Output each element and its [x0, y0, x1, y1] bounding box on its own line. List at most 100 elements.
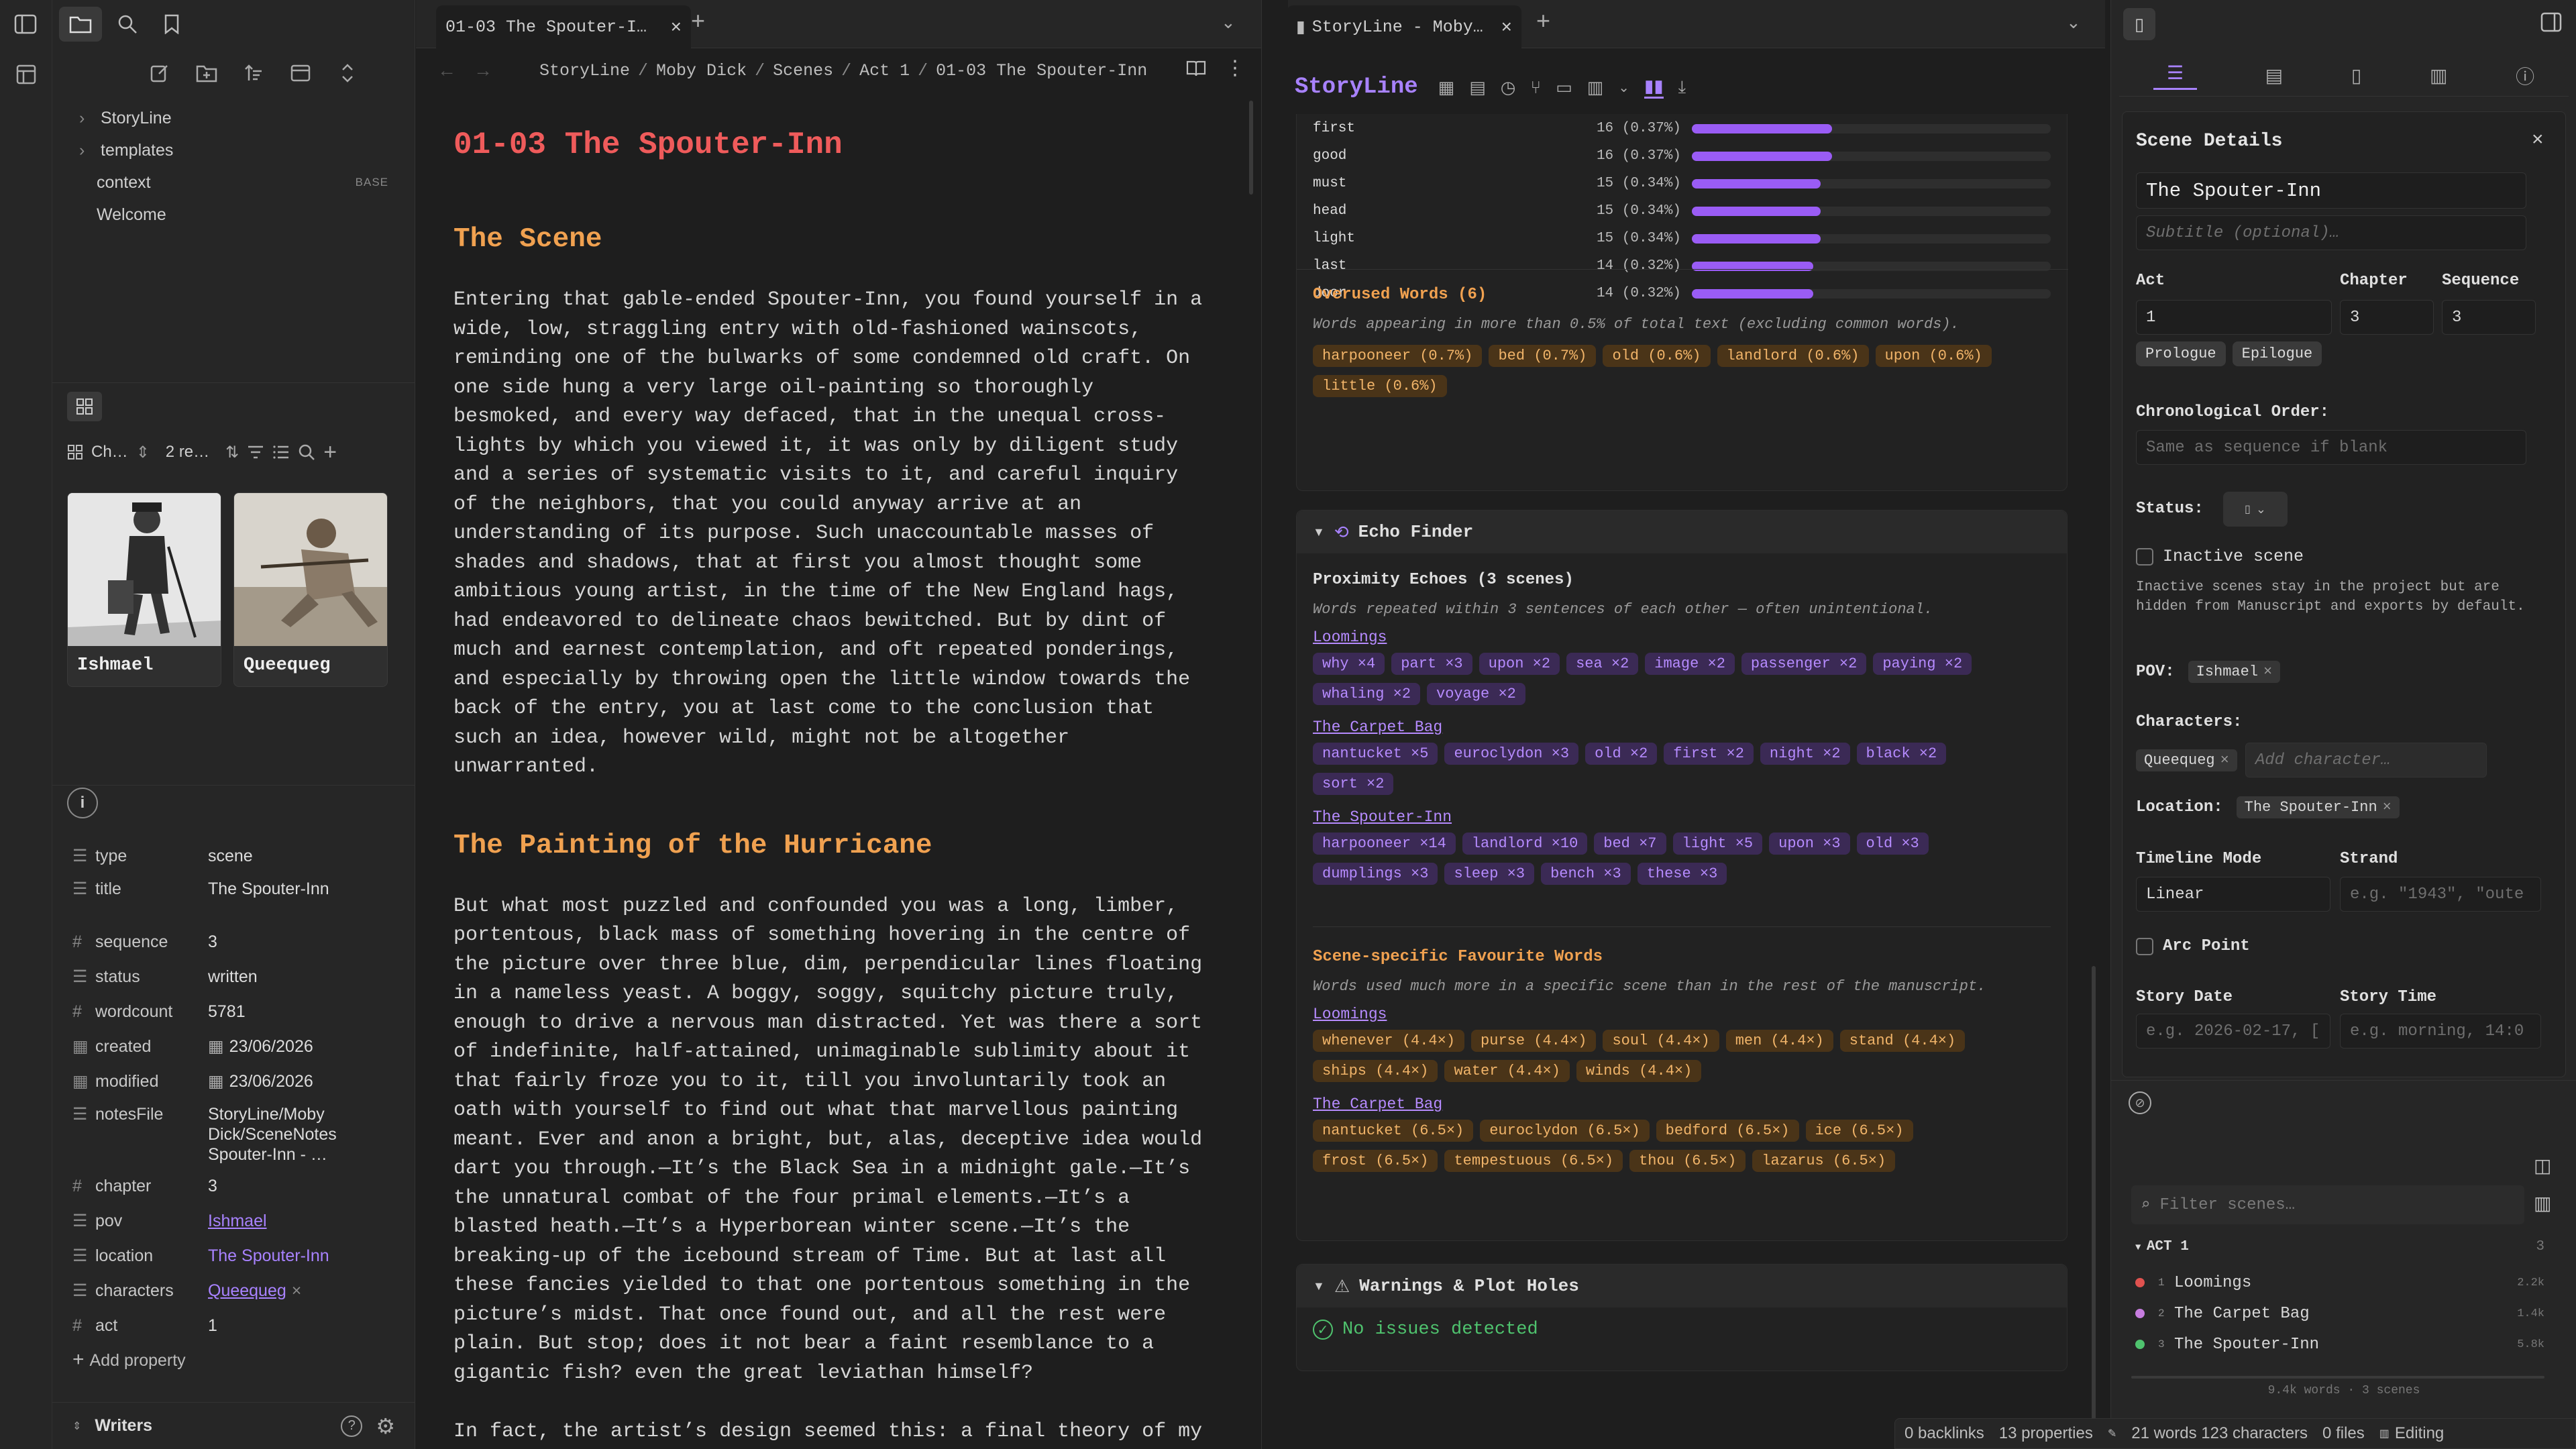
- word-chip[interactable]: tempestuous (6.5×): [1444, 1150, 1623, 1172]
- scrollbar[interactable]: [2131, 1376, 2544, 1379]
- prologue-button[interactable]: Prologue: [2136, 341, 2226, 366]
- scene-link[interactable]: The Spouter-Inn: [1313, 808, 2051, 826]
- property-value[interactable]: ▦ 23/06/2026: [208, 1071, 415, 1091]
- view-selector[interactable]: Ch…: [91, 443, 128, 462]
- add-property-button[interactable]: + Add property: [72, 1348, 186, 1371]
- tab-outline-icon[interactable]: ▤: [2265, 64, 2283, 87]
- word-chip[interactable]: euroclydon (6.5×): [1480, 1120, 1650, 1142]
- word-chip[interactable]: first ×2: [1664, 743, 1754, 765]
- word-chip[interactable]: voyage ×2: [1427, 683, 1525, 705]
- property-value[interactable]: Queequeg ×: [208, 1281, 415, 1301]
- story-time-input[interactable]: e.g. morning, 14:0: [2340, 1014, 2541, 1049]
- word-chip[interactable]: these ×3: [1637, 863, 1727, 885]
- word-chip[interactable]: old ×3: [1856, 833, 1929, 855]
- word-chip[interactable]: sea ×2: [1566, 653, 1639, 675]
- location-pill[interactable]: The Spouter-Inn ×: [2236, 796, 2400, 818]
- word-chip[interactable]: night ×2: [1760, 743, 1850, 765]
- word-chip[interactable]: paying ×2: [1873, 653, 1972, 675]
- scene-list-item[interactable]: 3 The Spouter-Inn 5.8k: [2135, 1329, 2544, 1360]
- tab-scene-details-icon[interactable]: ☰: [2153, 62, 2197, 90]
- remove-icon[interactable]: ×: [2220, 752, 2229, 769]
- word-chip[interactable]: image ×2: [1645, 653, 1735, 675]
- word-chip[interactable]: light ×5: [1672, 833, 1763, 855]
- remove-icon[interactable]: ×: [2383, 799, 2392, 816]
- overused-chip[interactable]: harpooneer (0.7%): [1313, 345, 1483, 367]
- act-group-header[interactable]: ▼ ACT 1 3: [2135, 1239, 2544, 1254]
- tab-spouter-inn[interactable]: 01-03 The Spouter-I… ×: [436, 5, 691, 48]
- timeline-select[interactable]: Linear: [2136, 877, 2330, 912]
- remove-icon[interactable]: ×: [2263, 663, 2272, 680]
- property-value[interactable]: Ishmael: [208, 1212, 415, 1231]
- search-tab-icon[interactable]: [114, 11, 141, 38]
- new-note-icon[interactable]: [146, 60, 173, 86]
- property-value[interactable]: 3: [208, 1177, 415, 1196]
- breadcrumb-item[interactable]: StoryLine: [539, 61, 630, 80]
- word-chip[interactable]: why ×4: [1313, 653, 1385, 675]
- sort-icon[interactable]: [240, 60, 267, 86]
- property-value[interactable]: written: [208, 967, 415, 987]
- word-chip[interactable]: dumplings ×3: [1313, 863, 1438, 885]
- word-chip[interactable]: bench ×3: [1541, 863, 1631, 885]
- status-dropdown[interactable]: ▯ ⌄: [2223, 492, 2288, 527]
- word-chip[interactable]: sort ×2: [1313, 773, 1394, 795]
- property-row-created[interactable]: ▦ created ▦ 23/06/2026: [52, 1029, 415, 1064]
- word-chip[interactable]: soul (4.4×): [1603, 1030, 1719, 1052]
- tab-storyline[interactable]: ▮ StoryLine - Moby… ×: [1287, 5, 1521, 48]
- settings-gear-icon[interactable]: ⚙: [376, 1413, 395, 1439]
- bookmarks-tab-icon[interactable]: [158, 11, 185, 38]
- property-row-characters[interactable]: ☰ characters Queequeg ×: [52, 1273, 415, 1308]
- tree-folder-storyline[interactable]: › StoryLine: [52, 102, 415, 134]
- word-chip[interactable]: passenger ×2: [1741, 653, 1867, 675]
- files-tab-icon[interactable]: [59, 7, 102, 42]
- compass-icon[interactable]: ⊘: [2129, 1091, 2151, 1114]
- add-character-input[interactable]: Add character…: [2245, 743, 2487, 777]
- inactive-checkbox[interactable]: [2136, 547, 2153, 566]
- word-chip[interactable]: purse (4.4×): [1471, 1030, 1597, 1052]
- overused-chip[interactable]: old (0.6%): [1603, 345, 1711, 367]
- properties-count[interactable]: 13 properties: [1999, 1424, 2093, 1443]
- property-row-sequence[interactable]: # sequence 3: [52, 924, 415, 959]
- word-chip[interactable]: whenever (4.4×): [1313, 1030, 1465, 1052]
- new-tab-icon[interactable]: +: [1536, 7, 1550, 35]
- subtitle-input[interactable]: Subtitle (optional)…: [2136, 215, 2526, 250]
- property-row-status[interactable]: ☰ status written: [52, 959, 415, 994]
- word-chip[interactable]: nantucket ×5: [1313, 743, 1438, 765]
- updown-icon[interactable]: ⇕: [136, 443, 150, 462]
- word-chip[interactable]: bed ×7: [1594, 833, 1666, 855]
- overused-chip[interactable]: landlord (0.6%): [1717, 345, 1869, 367]
- word-chip[interactable]: men (4.4×): [1725, 1030, 1833, 1052]
- timeline-clock-icon[interactable]: ◷: [1501, 77, 1516, 98]
- help-icon[interactable]: ?: [341, 1415, 363, 1437]
- sequence-input[interactable]: 3: [2442, 300, 2536, 335]
- file-icon[interactable]: ▯: [2123, 8, 2155, 40]
- breadcrumb-item[interactable]: Scenes: [773, 61, 833, 80]
- word-chip[interactable]: winds (4.4×): [1576, 1060, 1702, 1082]
- pov-pill[interactable]: Ishmael ×: [2188, 661, 2281, 683]
- epilogue-button[interactable]: Epilogue: [2232, 341, 2322, 366]
- property-value[interactable]: ▦ 23/06/2026: [208, 1036, 415, 1057]
- stats-scroll-area[interactable]: first 16 (0.37%) good 16 (0.37%) must 15 (0.3…: [1288, 114, 2105, 1449]
- word-chip[interactable]: euroclydon ×3: [1444, 743, 1579, 765]
- properties-list-icon[interactable]: [272, 445, 290, 460]
- panel-toggle-icon[interactable]: ◫: [2534, 1155, 2551, 1177]
- word-chip[interactable]: old ×2: [1585, 743, 1658, 765]
- cards-view-icon[interactable]: [67, 444, 83, 460]
- close-panel-icon[interactable]: ×: [2532, 128, 2544, 151]
- new-tab-icon[interactable]: +: [691, 7, 705, 35]
- tree-file-context[interactable]: context BASE: [52, 166, 415, 199]
- scrollbar[interactable]: [2092, 966, 2096, 1436]
- overused-chip[interactable]: bed (0.7%): [1489, 345, 1597, 367]
- book-open-icon[interactable]: ▥: [2534, 1192, 2551, 1214]
- scene-title-input[interactable]: The Spouter-Inn: [2136, 172, 2526, 209]
- property-value[interactable]: 3: [208, 932, 415, 952]
- sort-icon[interactable]: ⇅: [225, 443, 239, 462]
- filter-icon[interactable]: [247, 445, 264, 460]
- tab-help-icon[interactable]: ⓘ: [2516, 62, 2534, 89]
- strand-input[interactable]: e.g. "1943", "oute: [2340, 877, 2541, 912]
- character-card-ishmael[interactable]: Ishmael: [67, 492, 221, 687]
- breadcrumb-item[interactable]: Act 1: [859, 61, 910, 80]
- property-row-modified[interactable]: ▦ modified ▦ 23/06/2026: [52, 1064, 415, 1099]
- word-chip[interactable]: harpooneer ×14: [1313, 833, 1456, 855]
- tab-notes-icon[interactable]: ▯: [2351, 64, 2361, 87]
- scene-link[interactable]: Loomings: [1313, 1006, 2051, 1023]
